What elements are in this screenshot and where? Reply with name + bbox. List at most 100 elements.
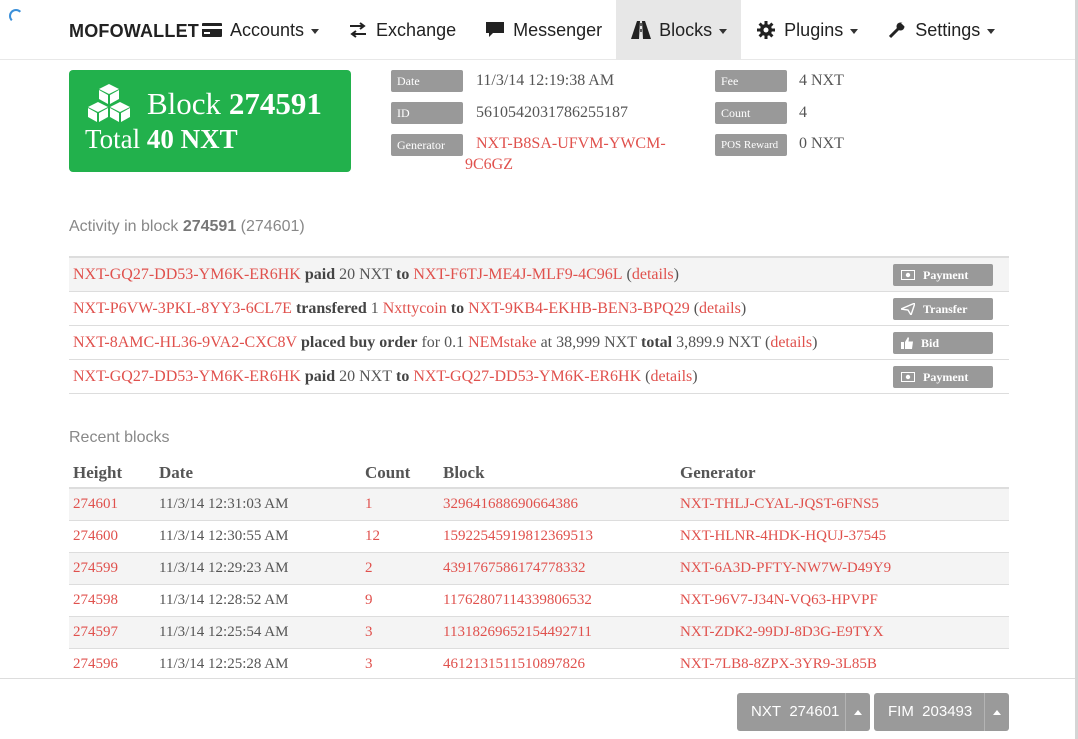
- column-header-block[interactable]: Block: [439, 458, 676, 489]
- generator-link[interactable]: NXT-ZDK2-99DJ-8D3G-E9TYX: [676, 616, 1009, 649]
- fim-height: 203493: [922, 703, 973, 720]
- block-id-link[interactable]: 4391767586174778332: [439, 552, 676, 585]
- block-height-link[interactable]: 274598: [69, 584, 155, 617]
- main-nav: Accounts Exchange Messenger Blocks Plugi…: [187, 0, 1009, 60]
- cubes-icon: [88, 84, 130, 122]
- transfer-badge[interactable]: Transfer: [893, 298, 993, 320]
- count-value: 4: [799, 104, 807, 121]
- block-count-link[interactable]: 1: [361, 488, 439, 521]
- gear-icon: [755, 20, 777, 40]
- activity-block-paren: (274601): [240, 218, 305, 235]
- block-height-link[interactable]: 274599: [69, 552, 155, 585]
- bid-badge[interactable]: Bid: [893, 332, 993, 354]
- id-label: ID: [391, 102, 463, 124]
- loading-spinner-icon: [9, 9, 23, 23]
- wrench-icon: [886, 20, 908, 40]
- nav-plugins[interactable]: Plugins: [741, 0, 872, 60]
- details-link[interactable]: details: [632, 266, 674, 284]
- pos-reward-value: 0 NXT: [799, 135, 844, 152]
- action-verb: transfered: [295, 299, 367, 317]
- activity-row: NXT-GQ27-DD53-YM6K-ER6HK paid 20 NXT to …: [69, 258, 1009, 292]
- block-word: Block: [147, 86, 222, 121]
- recent-blocks-table: Height Date Count Block Generator 274601…: [69, 458, 1009, 681]
- block-id-link[interactable]: 4612131511510897826: [439, 648, 676, 681]
- chevron-down-icon: [719, 28, 728, 34]
- chevron-down-icon: [311, 28, 320, 34]
- block-id-link[interactable]: 11318269652154492711: [439, 616, 676, 649]
- block-height-link[interactable]: 274601: [69, 488, 155, 521]
- chevron-down-icon: [987, 28, 996, 34]
- block-id-link[interactable]: 329641688690664386: [439, 488, 676, 521]
- send-icon: [901, 303, 915, 315]
- block-date: 11/3/14 12:31:03 AM: [155, 488, 361, 521]
- fee-label: Fee: [715, 70, 787, 92]
- brand-logo[interactable]: MOFOWALLET: [69, 0, 199, 60]
- table-row: 274597 11/3/14 12:25:54 AM 3 11318269652…: [69, 616, 1009, 649]
- quantity: 1: [370, 299, 379, 317]
- column-header-height[interactable]: Height: [69, 458, 155, 489]
- nxt-chain-button[interactable]: NXT 274601: [737, 693, 870, 731]
- thumbs-up-icon: [901, 337, 913, 349]
- recipient-link[interactable]: NXT-GQ27-DD53-YM6K-ER6HK: [413, 368, 641, 386]
- column-header-count[interactable]: Count: [361, 458, 439, 489]
- asset-link[interactable]: NEMstake: [468, 334, 536, 352]
- generator-link-line2[interactable]: 9C6GZ: [465, 156, 513, 174]
- nav-accounts-label: Accounts: [230, 19, 305, 40]
- activity-heading: Activity in block 274591 (274601): [69, 218, 305, 236]
- to-word: to: [395, 367, 410, 385]
- block-count-link[interactable]: 9: [361, 584, 439, 617]
- block-count-link[interactable]: 3: [361, 648, 439, 681]
- recent-blocks-heading: Recent blocks: [69, 429, 170, 446]
- generator-link[interactable]: NXT-THLJ-CYAL-JQST-6FNS5: [676, 488, 1009, 521]
- nav-exchange[interactable]: Exchange: [333, 0, 470, 60]
- block-count-link[interactable]: 3: [361, 616, 439, 649]
- nxt-height: 274601: [789, 703, 840, 720]
- block-height-link[interactable]: 274597: [69, 616, 155, 649]
- nav-blocks[interactable]: Blocks: [616, 0, 742, 60]
- generator-link[interactable]: NXT-96V7-J34N-VQ63-HPVPF: [676, 584, 1009, 617]
- nav-exchange-label: Exchange: [376, 19, 457, 40]
- block-id-link[interactable]: 11762807114339806532: [439, 584, 676, 617]
- payment-badge[interactable]: Payment: [893, 264, 993, 286]
- fee-value: 4 NXT: [799, 72, 844, 89]
- nav-settings-label: Settings: [915, 19, 981, 40]
- road-icon: [630, 20, 652, 40]
- column-header-date[interactable]: Date: [155, 458, 361, 489]
- action-verb: paid: [304, 367, 336, 385]
- block-count-link[interactable]: 2: [361, 552, 439, 585]
- details-link[interactable]: details: [770, 334, 812, 352]
- transfer-badge-label: Transfer: [923, 302, 968, 316]
- fim-chain-button[interactable]: FIM 203493: [874, 693, 1009, 731]
- sender-link[interactable]: NXT-8AMC-HL36-9VA2-CXC8V: [73, 334, 297, 352]
- generator-link-line1[interactable]: NXT-B8SA-UFVM-YWCM-: [476, 135, 666, 153]
- action-verb: placed buy order: [301, 333, 418, 351]
- block-height-link[interactable]: 274596: [69, 648, 155, 681]
- sender-link[interactable]: NXT-GQ27-DD53-YM6K-ER6HK: [73, 368, 301, 386]
- details-link[interactable]: details: [699, 300, 741, 318]
- recipient-link[interactable]: NXT-9KB4-EKHB-BEN3-BPQ29: [468, 300, 690, 318]
- sender-link[interactable]: NXT-GQ27-DD53-YM6K-ER6HK: [73, 266, 301, 284]
- block-count-link[interactable]: 12: [361, 520, 439, 553]
- nxt-label: NXT: [751, 703, 781, 720]
- generator-link[interactable]: NXT-HLNR-4HDK-HQUJ-37545: [676, 520, 1009, 553]
- recipient-link[interactable]: NXT-F6TJ-ME4J-MLF9-4C96L: [413, 266, 622, 284]
- payment-badge[interactable]: Payment: [893, 366, 993, 388]
- activity-block-number: 274591: [182, 218, 237, 235]
- column-header-generator[interactable]: Generator: [676, 458, 1009, 489]
- block-height-link[interactable]: 274600: [69, 520, 155, 553]
- nav-blocks-label: Blocks: [659, 19, 713, 40]
- nav-messenger[interactable]: Messenger: [470, 0, 616, 60]
- generator-link[interactable]: NXT-6A3D-PFTY-NW7W-D49Y9: [676, 552, 1009, 585]
- nav-settings[interactable]: Settings: [872, 0, 1009, 60]
- block-id-link[interactable]: 15922545919812369513: [439, 520, 676, 553]
- table-row: 274601 11/3/14 12:31:03 AM 1 32964168869…: [69, 488, 1009, 521]
- block-height-value: 274591: [228, 86, 322, 121]
- total-word: Total: [85, 124, 141, 154]
- sender-link[interactable]: NXT-P6VW-3PKL-8YY3-6CL7E: [73, 300, 292, 318]
- block-date: 11/3/14 12:28:52 AM: [155, 584, 361, 617]
- generator-link[interactable]: NXT-7LB8-8ZPX-3YR9-3L85B: [676, 648, 1009, 681]
- asset-link[interactable]: Nxttycoin: [383, 300, 447, 318]
- details-link[interactable]: details: [650, 368, 692, 386]
- nav-accounts[interactable]: Accounts: [187, 0, 333, 60]
- activity-title-prefix: Activity in block: [69, 218, 179, 235]
